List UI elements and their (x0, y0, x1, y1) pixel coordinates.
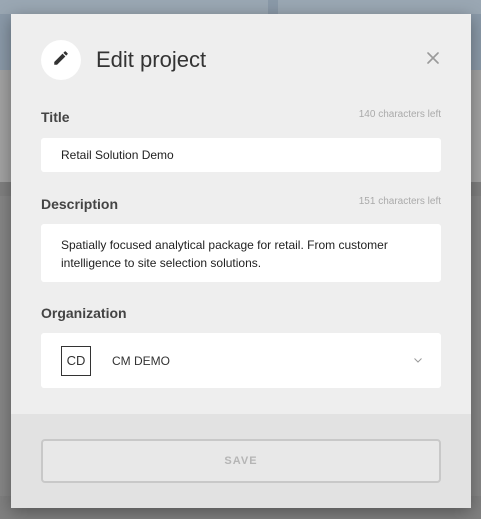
organization-avatar: CD (61, 345, 91, 376)
organization-name: CM DEMO (112, 353, 170, 368)
background-card-left (0, 0, 268, 14)
dialog-title: Edit project (96, 47, 207, 72)
organization-select[interactable]: CD CM DEMO (41, 333, 441, 388)
header-icon-badge (41, 40, 81, 80)
pencil-icon (52, 49, 70, 72)
description-char-counter: 151 characters left (358, 196, 441, 207)
description-textarea[interactable]: Spatially focused analytical package for… (41, 224, 441, 282)
edit-project-dialog: Edit project Title 140 characters left R… (11, 14, 471, 508)
save-button[interactable]: SAVE (41, 439, 441, 483)
chevron-down-icon (413, 355, 423, 365)
title-input[interactable]: Retail Solution Demo (41, 138, 441, 172)
title-char-counter: 140 characters left (358, 109, 441, 120)
background-card-right (278, 0, 481, 14)
close-button[interactable] (423, 50, 443, 70)
close-icon (427, 51, 439, 69)
dialog-footer: SAVE (11, 414, 471, 508)
organization-label: Organization (41, 305, 127, 321)
description-label: Description (41, 196, 119, 212)
title-label: Title (41, 109, 70, 125)
